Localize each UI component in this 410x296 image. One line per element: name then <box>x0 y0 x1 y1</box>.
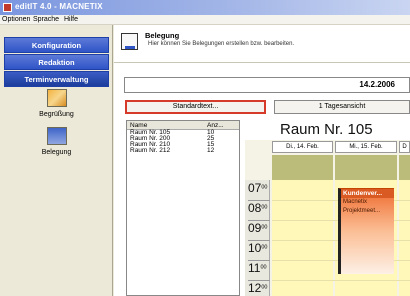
app-icon <box>3 3 12 12</box>
sidebar-item-label: Begrüßung <box>39 111 74 118</box>
column-header-count[interactable]: Anz... <box>207 122 224 129</box>
room-count: 12 <box>207 147 215 154</box>
column-header-name[interactable]: Name <box>130 122 147 129</box>
page-title: Belegung <box>145 31 180 40</box>
sidebar: Konfiguration Redaktion Terminverwaltung… <box>0 25 113 296</box>
hour-axis: 0700 0800 0900 1000 1100 1200 <box>245 180 270 296</box>
window-title: editIT 4.0 - MACNETIX <box>15 2 103 11</box>
day-column-next[interactable] <box>399 180 410 296</box>
page-header: Belegung Hier können Sie Belegungen erst… <box>114 25 410 63</box>
hour-label: 1000 <box>248 241 270 261</box>
day-column-tue[interactable] <box>272 180 333 296</box>
calendar-event[interactable]: Kundenver... Macnetix Projektmeet... <box>338 188 394 274</box>
day-header-wed[interactable]: Mi., 15. Feb. <box>335 141 397 153</box>
hour-label: 0900 <box>248 221 270 241</box>
allday-cell-wed[interactable] <box>335 155 397 180</box>
nav-terminverwaltung[interactable]: Terminverwaltung <box>4 71 109 87</box>
date-field[interactable]: 14.2.2006 <box>124 77 410 93</box>
sidebar-item-begruessung[interactable]: Begrüßung <box>0 89 113 118</box>
menu-optionen[interactable]: Optionen <box>2 16 30 23</box>
event-line: Projektmeet... <box>343 208 381 214</box>
hour-label: 0800 <box>248 201 270 221</box>
main-panel: Belegung Hier können Sie Belegungen erst… <box>114 25 410 296</box>
hour-label: 1200 <box>248 281 270 296</box>
hour-gridline <box>272 280 410 281</box>
nav-redaktion[interactable]: Redaktion <box>4 54 109 70</box>
event-title: Kundenver... <box>341 189 394 198</box>
allday-cell-next[interactable] <box>399 155 410 180</box>
menu-hilfe[interactable]: Hilfe <box>64 16 78 23</box>
menu-sprache[interactable]: Sprache <box>33 16 59 23</box>
hour-label: 1100 <box>248 261 270 281</box>
greeting-icon <box>46 89 67 107</box>
sidebar-item-label: Belegung <box>41 149 72 156</box>
nav-konfiguration[interactable]: Konfiguration <box>4 37 109 53</box>
day-view-button[interactable]: 1 Tagesansicht <box>274 100 410 114</box>
table-row[interactable]: Raum Nr. 212 12 <box>127 147 239 154</box>
event-line: Macnetix <box>343 199 368 205</box>
page-subtitle: Hier können Sie Belegungen erstellen bzw… <box>148 41 295 47</box>
room-title: Raum Nr. 105 <box>280 121 373 138</box>
room-name: Raum Nr. 212 <box>130 147 171 154</box>
allday-cell-tue[interactable] <box>272 155 333 180</box>
booking-icon <box>121 33 138 50</box>
sidebar-item-belegung[interactable]: Belegung <box>0 127 113 156</box>
menu-bar: Optionen Sprache Hilfe <box>0 15 410 25</box>
window-titlebar: editIT 4.0 - MACNETIX <box>0 0 410 15</box>
booking-icon <box>46 127 67 145</box>
day-header-tue[interactable]: Di., 14. Feb. <box>272 141 333 153</box>
standard-text-button[interactable]: Standardtext... <box>125 100 266 114</box>
rooms-list: Name Anz... Raum Nr. 105 10 Raum Nr. 200… <box>126 120 240 296</box>
day-header-next[interactable]: D <box>399 141 410 153</box>
hour-label: 0700 <box>248 181 270 201</box>
